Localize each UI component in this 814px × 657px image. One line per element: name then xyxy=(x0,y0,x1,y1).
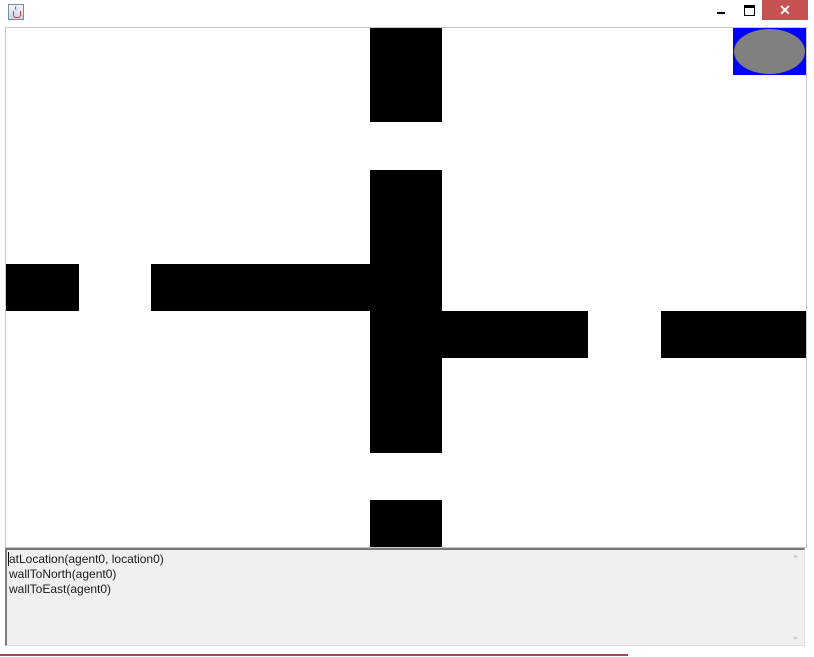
agent-cell xyxy=(733,28,806,75)
java-coffee-cup-icon[interactable] xyxy=(8,4,24,20)
wall-block xyxy=(370,405,442,453)
percept-line: atLocation(agent0, location0) xyxy=(9,552,164,566)
window-bottom-edge xyxy=(0,654,628,656)
wall-block xyxy=(370,264,442,311)
wall-block xyxy=(370,311,442,358)
wall-block xyxy=(370,170,442,217)
wall-block xyxy=(515,311,588,358)
minimize-button[interactable] xyxy=(706,0,736,20)
wall-block xyxy=(224,264,297,311)
wall-block xyxy=(733,311,806,358)
percept-line: wallToNorth(agent0) xyxy=(9,567,117,581)
maximize-button[interactable] xyxy=(736,0,762,20)
wall-block xyxy=(661,311,733,358)
close-button[interactable]: ✕ xyxy=(762,0,808,20)
wall-block xyxy=(297,264,370,311)
title-bar[interactable]: ✕ xyxy=(0,0,814,24)
chevron-down-icon[interactable]: ⌄ xyxy=(790,631,801,642)
wall-block xyxy=(370,500,442,547)
steam-mark xyxy=(15,6,19,10)
cup-mark xyxy=(13,11,21,18)
minimize-icon xyxy=(717,12,725,14)
percept-line: wallToEast(agent0) xyxy=(9,582,112,596)
text-caret xyxy=(8,552,9,566)
application-window: ✕ atLocation(agent0, location0) wallToNor… xyxy=(0,0,814,657)
percept-list: atLocation(agent0, location0) wallToNorth… xyxy=(9,552,779,597)
world-canvas[interactable] xyxy=(5,27,807,548)
wall-block xyxy=(442,311,515,358)
chevron-up-icon[interactable]: ⌃ xyxy=(790,554,801,565)
wall-block xyxy=(6,264,79,311)
wall-block xyxy=(151,264,224,311)
wall-block xyxy=(370,217,442,264)
wall-block xyxy=(370,75,442,122)
maximize-icon xyxy=(743,4,755,16)
wall-block xyxy=(370,28,442,75)
wall-block xyxy=(370,358,442,405)
vertical-scrollbar[interactable]: ⌃ ⌄ xyxy=(787,550,804,645)
close-icon: ✕ xyxy=(779,2,791,18)
agent xyxy=(734,29,805,74)
percept-text-area[interactable]: atLocation(agent0, location0) wallToNorth… xyxy=(5,548,805,646)
